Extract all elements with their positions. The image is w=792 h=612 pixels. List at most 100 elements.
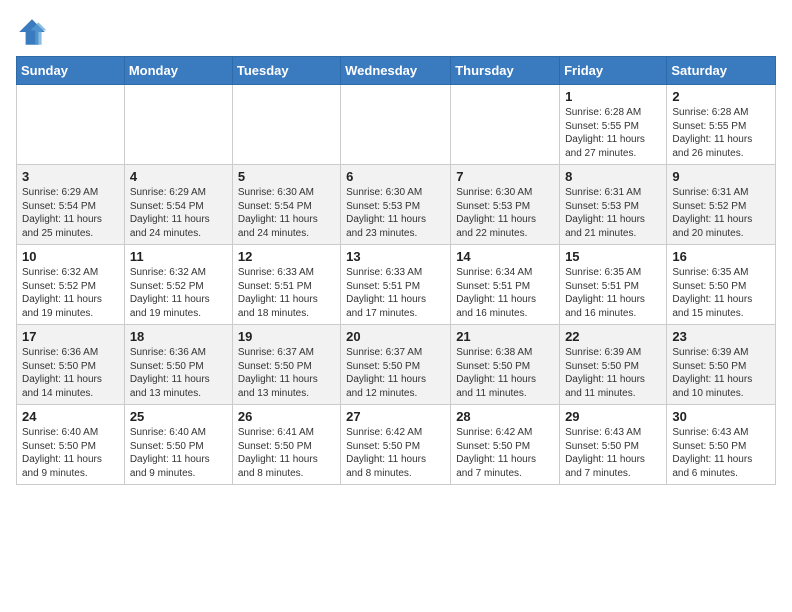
calendar-cell: 5Sunrise: 6:30 AM Sunset: 5:54 PM Daylig…	[232, 165, 340, 245]
calendar: SundayMondayTuesdayWednesdayThursdayFrid…	[16, 56, 776, 485]
day-number: 29	[565, 409, 661, 424]
calendar-header-row: SundayMondayTuesdayWednesdayThursdayFrid…	[17, 57, 776, 85]
cell-info: Sunrise: 6:36 AM Sunset: 5:50 PM Dayligh…	[22, 346, 119, 400]
cell-info: Sunrise: 6:30 AM Sunset: 5:53 PM Dayligh…	[346, 186, 445, 240]
day-number: 1	[565, 89, 661, 104]
calendar-cell	[232, 85, 340, 165]
day-number: 27	[346, 409, 445, 424]
day-number: 30	[672, 409, 770, 424]
day-number: 9	[672, 169, 770, 184]
day-number: 3	[22, 169, 119, 184]
calendar-day-header: Friday	[560, 57, 667, 85]
day-number: 16	[672, 249, 770, 264]
cell-info: Sunrise: 6:40 AM Sunset: 5:50 PM Dayligh…	[22, 426, 119, 480]
calendar-cell: 11 Sunrise: 6:32 AM Sunset: 5:52 PM Dayli…	[124, 245, 232, 325]
calendar-cell: 7 Sunrise: 6:30 AM Sunset: 5:53 PM Daylig…	[451, 165, 560, 245]
calendar-week-row: 3 Sunrise: 6:29 AM Sunset: 5:54 PM Daylig…	[17, 165, 776, 245]
day-number: 10	[22, 249, 119, 264]
calendar-day-header: Wednesday	[341, 57, 451, 85]
calendar-cell: 8 Sunrise: 6:31 AM Sunset: 5:53 PM Daylig…	[560, 165, 667, 245]
calendar-cell: 2 Sunrise: 6:28 AM Sunset: 5:55 PM Daylig…	[667, 85, 776, 165]
day-number: 21	[456, 329, 554, 344]
calendar-week-row: 1 Sunrise: 6:28 AM Sunset: 5:55 PM Daylig…	[17, 85, 776, 165]
day-number: 14	[456, 249, 554, 264]
cell-info: Sunrise: 6:31 AM Sunset: 5:53 PM Dayligh…	[565, 186, 661, 240]
cell-info: Sunrise: 6:29 AM Sunset: 5:54 PM Dayligh…	[130, 186, 227, 240]
calendar-cell: 30 Sunrise: 6:43 AM Sunset: 5:50 PM Dayli…	[667, 405, 776, 485]
cell-info: Sunrise: 6:37 AM Sunset: 5:50 PM Dayligh…	[346, 346, 445, 400]
header	[16, 16, 776, 48]
day-number: 2	[672, 89, 770, 104]
day-number: 11	[130, 249, 227, 264]
logo	[16, 16, 52, 48]
calendar-cell: 9 Sunrise: 6:31 AM Sunset: 5:52 PM Daylig…	[667, 165, 776, 245]
cell-info: Sunrise: 6:36 AM Sunset: 5:50 PM Dayligh…	[130, 346, 227, 400]
calendar-cell: 28Sunrise: 6:42 AM Sunset: 5:50 PM Dayli…	[451, 405, 560, 485]
page: SundayMondayTuesdayWednesdayThursdayFrid…	[0, 0, 792, 495]
calendar-cell	[17, 85, 125, 165]
cell-info: Sunrise: 6:29 AM Sunset: 5:54 PM Dayligh…	[22, 186, 119, 240]
cell-info: Sunrise: 6:41 AM Sunset: 5:50 PM Dayligh…	[238, 426, 335, 480]
calendar-day-header: Saturday	[667, 57, 776, 85]
cell-info: Sunrise: 6:39 AM Sunset: 5:50 PM Dayligh…	[672, 346, 770, 400]
calendar-cell: 19 Sunrise: 6:37 AM Sunset: 5:50 PM Dayli…	[232, 325, 340, 405]
calendar-cell: 26 Sunrise: 6:41 AM Sunset: 5:50 PM Dayli…	[232, 405, 340, 485]
logo-icon	[16, 16, 48, 48]
day-number: 26	[238, 409, 335, 424]
day-number: 17	[22, 329, 119, 344]
day-number: 4	[130, 169, 227, 184]
cell-info: Sunrise: 6:34 AM Sunset: 5:51 PM Dayligh…	[456, 266, 554, 320]
day-number: 8	[565, 169, 661, 184]
calendar-day-header: Monday	[124, 57, 232, 85]
calendar-cell: 24 Sunrise: 6:40 AM Sunset: 5:50 PM Dayli…	[17, 405, 125, 485]
cell-info: Sunrise: 6:42 AM Sunset: 5:50 PM Dayligh…	[346, 426, 445, 480]
day-number: 13	[346, 249, 445, 264]
calendar-cell: 22 Sunrise: 6:39 AM Sunset: 5:50 PM Dayli…	[560, 325, 667, 405]
calendar-week-row: 24 Sunrise: 6:40 AM Sunset: 5:50 PM Dayli…	[17, 405, 776, 485]
cell-info: Sunrise: 6:43 AM Sunset: 5:50 PM Dayligh…	[672, 426, 770, 480]
cell-info: Sunrise: 6:30 AM Sunset: 5:53 PM Dayligh…	[456, 186, 554, 240]
cell-info: Sunrise: 6:43 AM Sunset: 5:50 PM Dayligh…	[565, 426, 661, 480]
calendar-cell: 10 Sunrise: 6:32 AM Sunset: 5:52 PM Dayli…	[17, 245, 125, 325]
calendar-day-header: Thursday	[451, 57, 560, 85]
day-number: 28	[456, 409, 554, 424]
calendar-cell: 29 Sunrise: 6:43 AM Sunset: 5:50 PM Dayli…	[560, 405, 667, 485]
cell-info: Sunrise: 6:32 AM Sunset: 5:52 PM Dayligh…	[130, 266, 227, 320]
calendar-cell: 25 Sunrise: 6:40 AM Sunset: 5:50 PM Dayli…	[124, 405, 232, 485]
day-number: 20	[346, 329, 445, 344]
calendar-cell: 12Sunrise: 6:33 AM Sunset: 5:51 PM Dayli…	[232, 245, 340, 325]
calendar-cell	[124, 85, 232, 165]
calendar-cell: 16 Sunrise: 6:35 AM Sunset: 5:50 PM Dayli…	[667, 245, 776, 325]
day-number: 7	[456, 169, 554, 184]
cell-info: Sunrise: 6:28 AM Sunset: 5:55 PM Dayligh…	[672, 106, 770, 160]
calendar-day-header: Sunday	[17, 57, 125, 85]
calendar-cell: 17 Sunrise: 6:36 AM Sunset: 5:50 PM Dayli…	[17, 325, 125, 405]
calendar-cell: 13 Sunrise: 6:33 AM Sunset: 5:51 PM Dayli…	[341, 245, 451, 325]
calendar-cell: 6 Sunrise: 6:30 AM Sunset: 5:53 PM Daylig…	[341, 165, 451, 245]
calendar-cell: 27 Sunrise: 6:42 AM Sunset: 5:50 PM Dayli…	[341, 405, 451, 485]
day-number: 15	[565, 249, 661, 264]
day-number: 25	[130, 409, 227, 424]
cell-info: Sunrise: 6:38 AM Sunset: 5:50 PM Dayligh…	[456, 346, 554, 400]
cell-info: Sunrise: 6:40 AM Sunset: 5:50 PM Dayligh…	[130, 426, 227, 480]
day-number: 22	[565, 329, 661, 344]
calendar-cell: 18 Sunrise: 6:36 AM Sunset: 5:50 PM Dayli…	[124, 325, 232, 405]
calendar-week-row: 17 Sunrise: 6:36 AM Sunset: 5:50 PM Dayli…	[17, 325, 776, 405]
calendar-week-row: 10 Sunrise: 6:32 AM Sunset: 5:52 PM Dayli…	[17, 245, 776, 325]
calendar-cell: 15 Sunrise: 6:35 AM Sunset: 5:51 PM Dayli…	[560, 245, 667, 325]
cell-info: Sunrise: 6:39 AM Sunset: 5:50 PM Dayligh…	[565, 346, 661, 400]
calendar-cell: 14 Sunrise: 6:34 AM Sunset: 5:51 PM Dayli…	[451, 245, 560, 325]
cell-info: Sunrise: 6:32 AM Sunset: 5:52 PM Dayligh…	[22, 266, 119, 320]
day-number: 19	[238, 329, 335, 344]
cell-info: Sunrise: 6:33 AM Sunset: 5:51 PM Dayligh…	[346, 266, 445, 320]
day-number: 5	[238, 169, 335, 184]
cell-info: Sunrise: 6:35 AM Sunset: 5:51 PM Dayligh…	[565, 266, 661, 320]
day-number: 6	[346, 169, 445, 184]
calendar-cell: 23Sunrise: 6:39 AM Sunset: 5:50 PM Dayli…	[667, 325, 776, 405]
day-number: 18	[130, 329, 227, 344]
cell-info: Sunrise: 6:28 AM Sunset: 5:55 PM Dayligh…	[565, 106, 661, 160]
day-number: 24	[22, 409, 119, 424]
cell-info: Sunrise: 6:35 AM Sunset: 5:50 PM Dayligh…	[672, 266, 770, 320]
cell-info: Sunrise: 6:37 AM Sunset: 5:50 PM Dayligh…	[238, 346, 335, 400]
cell-info: Sunrise: 6:31 AM Sunset: 5:52 PM Dayligh…	[672, 186, 770, 240]
